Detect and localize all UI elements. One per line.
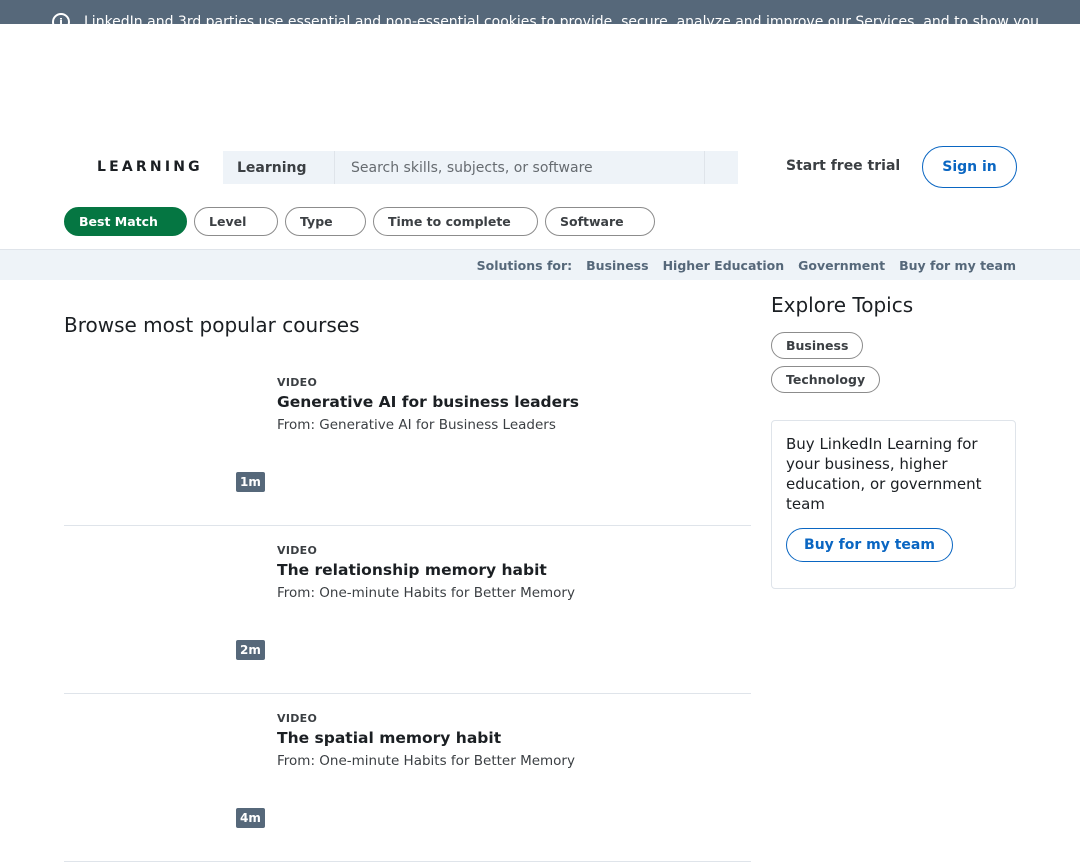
buy-card-text: Buy LinkedIn Learning for your business,… [786,435,982,513]
cookie-banner: i LinkedIn and 3rd parties use essential… [0,0,1080,24]
info-icon: i [52,13,70,24]
search-scope: Learning [223,151,335,184]
search-input[interactable] [335,151,704,184]
course-from: From: Generative AI for Business Leaders [277,417,556,433]
duration-badge: 2m [236,640,265,660]
course-from: From: One-minute Habits for Better Memor… [277,585,575,601]
solutions-link-buy-for-my-team[interactable]: Buy for my team [899,258,1016,273]
buy-for-my-team-button[interactable]: Buy for my team [786,528,953,562]
learning-logo[interactable]: LEARNING [97,159,203,175]
course-type: VIDEO [277,544,318,557]
topic-technology[interactable]: Technology [771,366,881,393]
course-type: VIDEO [277,376,318,389]
filter-best-match[interactable]: Best Match [64,207,187,236]
solutions-link-higher-education[interactable]: Higher Education [663,258,785,273]
course-thumbnail[interactable] [64,358,264,488]
solutions-link-business[interactable]: Business [586,258,648,273]
header: LEARNING Learning Start free trial Sign … [0,140,1080,194]
course-title[interactable]: Generative AI for business leaders [277,393,747,411]
duration-badge: 4m [236,808,265,828]
solutions-label: Solutions for: [476,258,573,273]
explore-topics-title: Explore Topics [771,293,914,317]
solutions-bar: Solutions for: Business Higher Education… [0,249,1080,280]
course-title[interactable]: The spatial memory habit [277,729,747,747]
course-thumbnail[interactable] [64,694,264,824]
filter-type[interactable]: Type [285,207,366,236]
course-card[interactable]: 1m VIDEO Generative AI for business lead… [64,358,751,526]
filter-software[interactable]: Software [545,207,655,236]
course-card[interactable]: 4m VIDEO The spatial memory habit From: … [64,694,751,862]
course-card[interactable]: 2m VIDEO The relationship memory habit F… [64,526,751,694]
filter-bar: Best Match Level Type Time to complete S… [64,207,655,236]
filter-time-to-complete[interactable]: Time to complete [373,207,538,236]
sign-in-button[interactable]: Sign in [922,146,1017,188]
section-title: Browse most popular courses [64,313,360,337]
search-bar: Learning [223,151,738,184]
search-button[interactable] [704,151,738,184]
search-icon [714,160,726,172]
course-thumbnail[interactable] [64,526,264,656]
buy-for-team-card: Buy LinkedIn Learning for your business,… [771,420,1016,589]
course-type: VIDEO [277,712,318,725]
course-from: From: One-minute Habits for Better Memor… [277,753,575,769]
cookie-banner-text: LinkedIn and 3rd parties use essential a… [84,14,1039,24]
course-title[interactable]: The relationship memory habit [277,561,747,579]
start-free-trial-link[interactable]: Start free trial [786,158,900,174]
duration-badge: 1m [236,472,265,492]
solutions-link-government[interactable]: Government [798,258,885,273]
filter-level[interactable]: Level [194,207,278,236]
topic-business[interactable]: Business [771,332,864,359]
